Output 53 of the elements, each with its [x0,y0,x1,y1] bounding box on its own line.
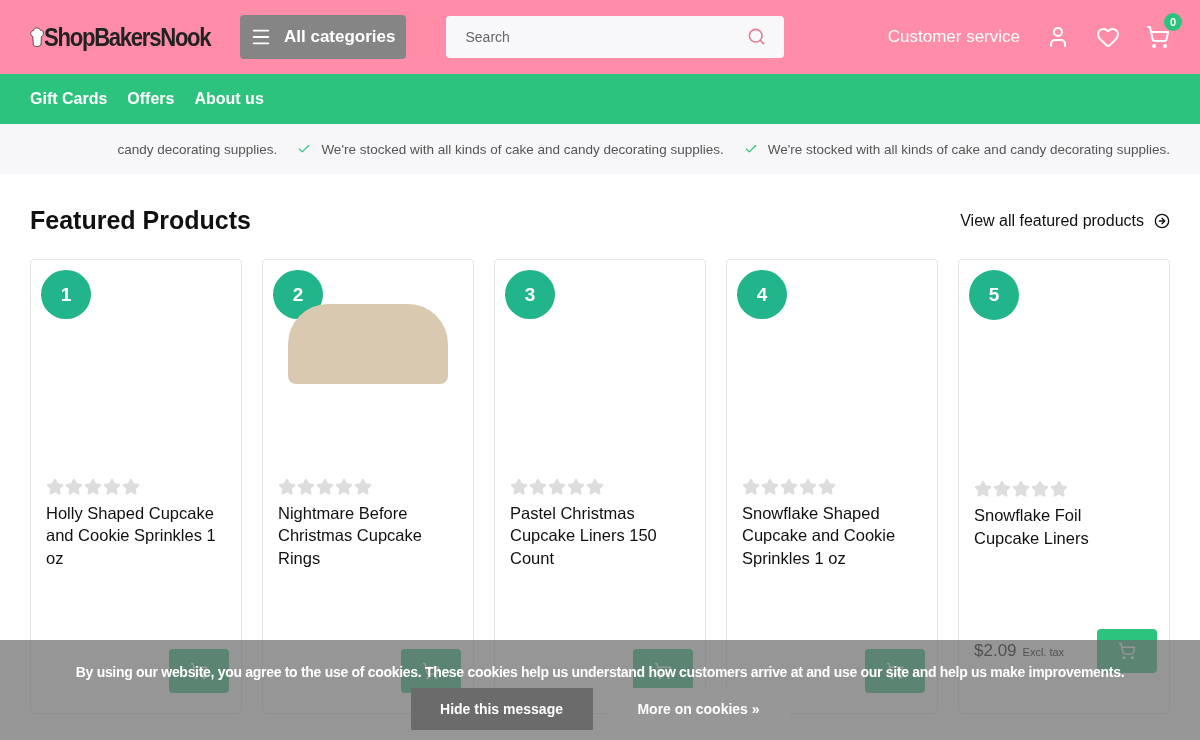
product-name[interactable]: Snowflake Shaped Cupcake and Cookie Sprinkles 1 oz [742,501,914,569]
check-icon [297,142,312,156]
star-icon [818,477,836,496]
star-icon [316,477,334,496]
cart-icon[interactable] [1146,25,1170,49]
star-icon [799,477,817,496]
cart-count-badge: 0 [1164,13,1182,31]
star-icon [548,477,566,496]
rank-badge: 2 [273,270,323,320]
search-field[interactable]: Search [445,16,784,58]
all-categories-button[interactable]: All categories [240,15,406,59]
product-price: $2.09 [974,641,1017,660]
view-all-link[interactable]: View all featured products [960,211,1170,230]
star-icon [510,477,528,496]
usp-text: We're stocked with all kinds of cake and candy decorating supplies. [767,141,1170,157]
product-name[interactable]: Holly Shaped Cupcake and Cookie Sprinkles 1 oz [46,501,218,569]
logo-text[interactable]: ShopBakersNook [44,21,211,53]
section-title: Featured Products [30,206,251,235]
star-icon [1050,480,1068,498]
star-icon [780,477,798,496]
star-icon [567,477,585,496]
star-icon [278,477,296,496]
rank-badge: 3 [505,270,555,320]
product-name[interactable]: Nightmare Before Christmas Cupcake Rings [278,501,450,569]
star-icon [84,477,102,496]
check-icon [743,142,758,156]
product-name[interactable]: Snowflake Foil Cupcake Liners [974,504,1146,549]
tax-note: Excl. tax [1022,646,1065,658]
star-icon [1031,480,1049,498]
star-icon [1012,480,1030,498]
rank-badge: 4 [737,270,787,320]
cookie-button[interactable]: Hide this message [410,688,593,730]
star-icon [742,477,760,496]
star-icon [335,477,353,496]
star-icon [974,480,992,498]
star-icon [993,480,1011,498]
star-icon [65,477,83,496]
product-name[interactable]: Pastel Christmas Cupcake Liners 150 Count [510,501,682,569]
star-icon [103,477,121,496]
star-icon [761,477,779,496]
star-icon [297,477,315,496]
star-icon [354,477,372,496]
usp-text: We're stocked with all kinds of cake and candy decorating supplies. [321,141,724,157]
rank-badge: 5 [969,270,1019,320]
arrow-circle-icon [1154,212,1170,229]
usp-text: candy decorating supplies. [117,141,278,157]
heart-icon[interactable] [1096,25,1120,49]
rank-badge: 1 [41,270,91,320]
search-icon[interactable] [746,27,766,46]
star-icon [529,477,547,496]
star-icon [46,477,64,496]
star-icon [586,477,604,496]
star-icon [122,477,140,496]
